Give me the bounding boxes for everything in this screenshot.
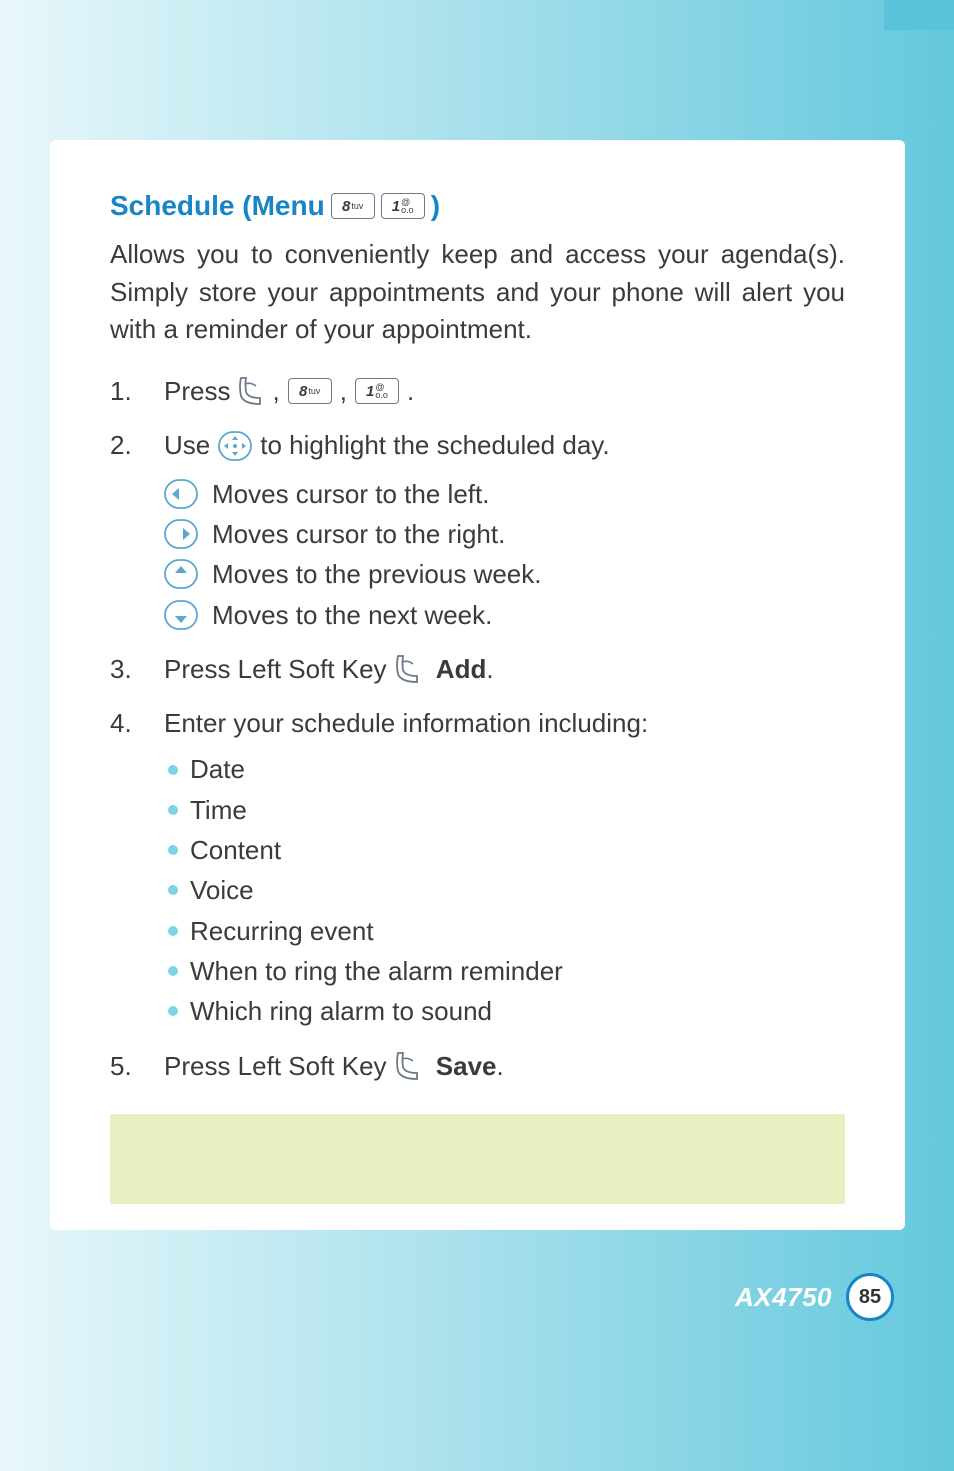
left-softkey-icon — [395, 654, 421, 684]
left-softkey-icon — [238, 376, 264, 406]
bullet-dot-icon — [168, 926, 178, 936]
step-number: 4. — [110, 703, 136, 1031]
step-number: 1. — [110, 371, 136, 411]
nav-left-text: Moves cursor to the left. — [212, 474, 489, 514]
nav-up-text: Moves to the previous week. — [212, 554, 542, 594]
nav-descriptions: Moves cursor to the left. Moves cursor t… — [164, 474, 845, 635]
bullet-dot-icon — [168, 805, 178, 815]
nav-up-row: Moves to the previous week. — [164, 554, 845, 594]
nav-up-icon — [164, 559, 198, 589]
note-box — [110, 1114, 845, 1204]
step-5-text: Press Left Soft Key — [164, 1046, 387, 1086]
comma-1: , — [272, 371, 279, 411]
bullet-dot-icon — [168, 885, 178, 895]
step-1: 1. Press , 8 tuv , 1 @ — [110, 371, 845, 411]
period: . — [407, 371, 414, 411]
info-bullets: Date Time Content Voice Recurring event … — [164, 749, 845, 1031]
nav-down-row: Moves to the next week. — [164, 595, 845, 635]
step-number: 3. — [110, 649, 136, 689]
nav-right-row: Moves cursor to the right. — [164, 514, 845, 554]
save-label: Save — [436, 1051, 497, 1081]
heading-text-pre: Schedule (Menu — [110, 190, 325, 222]
step-2-text-a: Use — [164, 425, 210, 465]
bullet-item: Content — [164, 830, 845, 870]
comma-2: , — [340, 371, 347, 411]
left-softkey-icon — [395, 1051, 421, 1081]
keypad-1-icon: 1 @ o.o — [381, 193, 425, 219]
step-2-text-b: to highlight the scheduled day. — [260, 425, 609, 465]
add-label: Add — [436, 654, 487, 684]
keypad-8-icon: 8 tuv — [288, 378, 332, 404]
nav-down-icon — [164, 600, 198, 630]
nav-pad-icon — [218, 431, 252, 461]
keypad-1-icon: 1 @ o.o — [355, 378, 399, 404]
corner-tab — [884, 0, 954, 30]
step-list: 1. Press , 8 tuv , 1 @ — [110, 371, 845, 1086]
section-heading: Schedule (Menu 8 tuv 1 @ o.o ) — [110, 190, 845, 222]
keypad-8-icon: 8 tuv — [331, 193, 375, 219]
key-1-main: 1 — [392, 199, 400, 214]
bullet-dot-icon — [168, 765, 178, 775]
bullet-item: Voice — [164, 870, 845, 910]
nav-right-text: Moves cursor to the right. — [212, 514, 505, 554]
model-label: AX4750 — [735, 1282, 832, 1313]
bullet-dot-icon — [168, 845, 178, 855]
nav-right-icon — [164, 519, 198, 549]
step-3-text: Press Left Soft Key — [164, 649, 387, 689]
step-1-text: Press — [164, 371, 230, 411]
page-number: 85 — [846, 1273, 894, 1321]
step-number: 5. — [110, 1046, 136, 1086]
step-2: 2. Use to highlight the sc — [110, 425, 845, 634]
bullet-item: Recurring event — [164, 911, 845, 951]
bullet-item: When to ring the alarm reminder — [164, 951, 845, 991]
intro-paragraph: Allows you to conveniently keep and acce… — [110, 236, 845, 349]
step-4: 4. Enter your schedule information inclu… — [110, 703, 845, 1031]
key-8-main: 8 — [342, 199, 350, 214]
nav-down-text: Moves to the next week. — [212, 595, 492, 635]
nav-left-icon — [164, 479, 198, 509]
step-number: 2. — [110, 425, 136, 634]
bullet-dot-icon — [168, 966, 178, 976]
heading-text-post: ) — [431, 190, 440, 222]
step-5: 5. Press Left Soft Key Save. — [110, 1046, 845, 1086]
bullet-item: Date — [164, 749, 845, 789]
nav-left-row: Moves cursor to the left. — [164, 474, 845, 514]
step-3: 3. Press Left Soft Key Add. — [110, 649, 845, 689]
bullet-item: Which ring alarm to sound — [164, 991, 845, 1031]
page-footer: AX4750 85 — [735, 1273, 894, 1321]
step-4-text: Enter your schedule information includin… — [164, 708, 648, 738]
key-1-sub: @ o.o — [401, 198, 414, 214]
bullet-item: Time — [164, 790, 845, 830]
manual-page: Schedule (Menu 8 tuv 1 @ o.o ) Allows yo… — [50, 140, 905, 1230]
bullet-dot-icon — [168, 1006, 178, 1016]
key-8-sub: tuv — [351, 202, 363, 210]
